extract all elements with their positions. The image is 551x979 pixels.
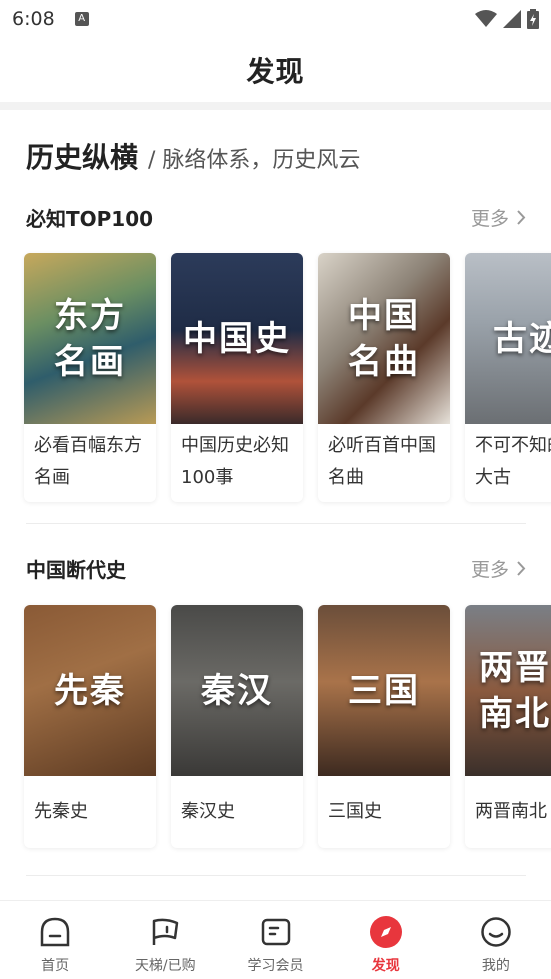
section-header: 历史纵横 / 脉络体系，历史风云 bbox=[26, 136, 360, 176]
card-image: 两晋 南北 bbox=[465, 605, 551, 776]
status-time: 6:08 bbox=[12, 8, 55, 30]
card-image: 古迹 bbox=[465, 253, 551, 424]
card-caption: 中国历史必知100事 bbox=[181, 435, 289, 488]
discover-content[interactable]: 历史纵横 / 脉络体系，历史风云 必知TOP100 更多 东方 名画 必看百幅东… bbox=[0, 110, 551, 900]
nav-item-home[interactable]: 首页 bbox=[0, 901, 110, 979]
more-link[interactable]: 更多 bbox=[471, 204, 526, 231]
card-qin-han[interactable]: 秦汉 秦汉史 bbox=[171, 605, 303, 848]
chevron-right-icon bbox=[517, 560, 526, 576]
section-subtitle: / 脉络体系，历史风云 bbox=[148, 148, 361, 173]
page-header: 发现 bbox=[0, 38, 551, 102]
card-three-kingdoms[interactable]: 三国 三国史 bbox=[318, 605, 450, 848]
nav-item-ladder[interactable]: 天梯/已购 bbox=[110, 901, 220, 979]
chevron-right-icon bbox=[517, 209, 526, 225]
card-caption: 秦汉史 bbox=[181, 801, 235, 822]
nav-label: 发现 bbox=[371, 958, 400, 974]
card-row-top100[interactable]: 东方 名画 必看百幅东方名画 中国史 中国历史必知100事 中国 名曲 必听百首… bbox=[24, 253, 551, 502]
card-image-title: 先秦 bbox=[54, 670, 126, 711]
card-ancient-sites[interactable]: 古迹 不可不知的百大古 bbox=[465, 253, 551, 502]
card-image: 东方 名画 bbox=[24, 253, 156, 424]
card-image-title: 两晋 南北 bbox=[479, 647, 551, 734]
card-caption: 必听百首中国名曲 bbox=[328, 435, 436, 488]
card-image-title: 古迹 bbox=[493, 318, 551, 359]
card-image-title: 中国 名曲 bbox=[348, 295, 420, 382]
nav-item-membership[interactable]: 学习会员 bbox=[220, 901, 330, 979]
section-divider bbox=[26, 875, 526, 876]
nav-label: 我的 bbox=[481, 958, 510, 974]
card-image-title: 秦汉 bbox=[201, 670, 273, 711]
nav-item-me[interactable]: 我的 bbox=[441, 901, 551, 979]
group-header-top100: 必知TOP100 更多 bbox=[26, 202, 526, 232]
card-pre-qin[interactable]: 先秦 先秦史 bbox=[24, 605, 156, 848]
card-image: 中国 名曲 bbox=[318, 253, 450, 424]
home-icon bbox=[38, 915, 72, 949]
more-link[interactable]: 更多 bbox=[471, 555, 526, 582]
status-bar: 6:08 A bbox=[0, 0, 551, 38]
card-caption: 三国史 bbox=[328, 801, 382, 822]
bottom-nav: 首页 天梯/已购 学习会员 发现 我的 bbox=[0, 900, 551, 979]
page-title: 发现 bbox=[246, 55, 305, 88]
nav-item-discover[interactable]: 发现 bbox=[331, 901, 441, 979]
status-icons bbox=[475, 9, 539, 29]
card-image: 秦汉 bbox=[171, 605, 303, 776]
group-header-dynasty: 中国断代史 更多 bbox=[26, 553, 526, 583]
card-caption: 必看百幅东方名画 bbox=[34, 435, 142, 488]
nav-label: 天梯/已购 bbox=[134, 958, 196, 974]
smile-icon bbox=[479, 915, 513, 949]
card-chinese-music[interactable]: 中国 名曲 必听百首中国名曲 bbox=[318, 253, 450, 502]
book-icon bbox=[259, 915, 293, 949]
more-label: 更多 bbox=[470, 558, 509, 581]
card-caption: 两晋南北 bbox=[475, 801, 547, 822]
card-image-title: 东方 名画 bbox=[54, 295, 126, 382]
group-title: 必知TOP100 bbox=[26, 206, 154, 231]
battery-icon bbox=[527, 9, 539, 29]
card-jin-dynasties[interactable]: 两晋 南北 两晋南北 bbox=[465, 605, 551, 848]
card-row-dynasty[interactable]: 先秦 先秦史 秦汉 秦汉史 三国 三国史 两晋 南北 两晋南北 bbox=[24, 605, 551, 850]
card-chinese-history[interactable]: 中国史 中国历史必知100事 bbox=[171, 253, 303, 502]
nav-label: 首页 bbox=[41, 958, 70, 974]
wifi-icon bbox=[475, 10, 497, 27]
card-image-title: 中国史 bbox=[183, 318, 291, 359]
nav-label: 学习会员 bbox=[247, 958, 304, 974]
card-caption: 不可不知的百大古 bbox=[475, 435, 551, 488]
card-eastern-paintings[interactable]: 东方 名画 必看百幅东方名画 bbox=[24, 253, 156, 502]
compass-icon bbox=[369, 915, 403, 949]
notification-icon: A bbox=[74, 12, 89, 26]
card-caption: 先秦史 bbox=[34, 801, 88, 822]
header-divider bbox=[0, 102, 551, 110]
card-image: 三国 bbox=[318, 605, 450, 776]
group-title: 中国断代史 bbox=[26, 557, 126, 582]
more-label: 更多 bbox=[470, 207, 509, 230]
card-image: 中国史 bbox=[171, 253, 303, 424]
section-divider bbox=[26, 523, 526, 524]
card-image-title: 三国 bbox=[348, 670, 420, 711]
signal-icon bbox=[503, 10, 521, 28]
flag-icon bbox=[148, 915, 182, 949]
section-title: 历史纵横 bbox=[26, 141, 139, 174]
card-image: 先秦 bbox=[24, 605, 156, 776]
